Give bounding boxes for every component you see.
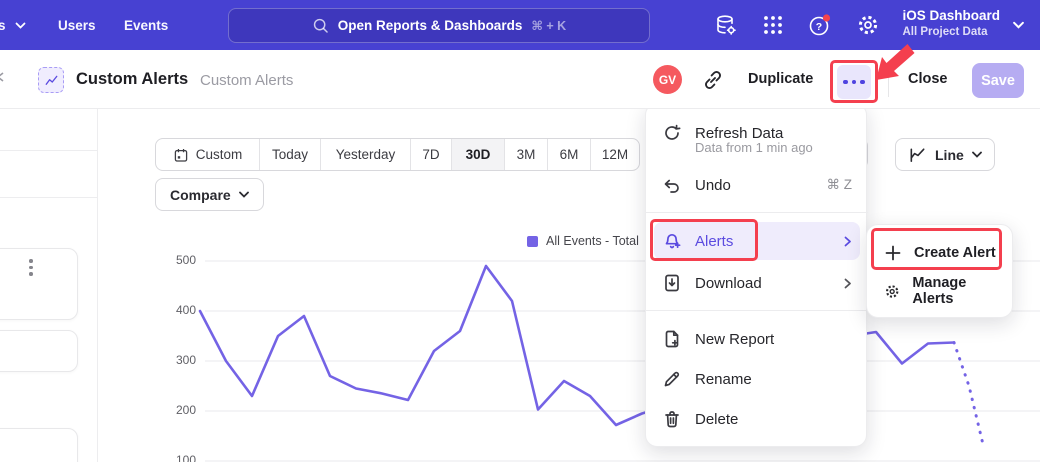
date-range-label: Custom (196, 147, 243, 162)
date-range-custom[interactable]: Custom (156, 139, 260, 170)
compare-label: Compare (170, 187, 231, 203)
alerts-submenu: Create Alert Manage Alerts (866, 224, 1013, 318)
date-range-3m[interactable]: 3M (505, 139, 548, 170)
menu-item-label: Alerts (695, 233, 831, 250)
date-range-30d-selected[interactable]: 30D (452, 139, 505, 170)
more-actions-menu: Refresh Data Data from 1 min ago Undo ⌘ … (645, 103, 867, 447)
nav-item-label: s (0, 18, 6, 33)
menu-item-shortcut: ⌘ Z (827, 177, 853, 193)
date-range-selector: Custom Today Yesterday 7D 30D 3M 6M 12M (155, 138, 640, 171)
chart-type-label: Line (935, 147, 964, 163)
apps-grid-icon[interactable] (761, 13, 785, 37)
share-link-icon[interactable] (701, 68, 725, 92)
pencil-icon (662, 369, 682, 389)
submenu-item-label: Manage Alerts (912, 275, 997, 307)
report-type-icon (38, 67, 64, 93)
alerts-menu-item[interactable]: Alerts (654, 222, 860, 260)
line-chart-icon (908, 145, 927, 164)
menu-item-label: Delete (695, 411, 738, 428)
report-header: Custom Alerts Custom Alerts GV Duplicate… (0, 50, 1040, 109)
date-range-today[interactable]: Today (260, 139, 321, 170)
download-icon (662, 273, 682, 293)
delete-menu-item[interactable]: Delete (654, 400, 860, 438)
global-search-button[interactable]: Open Reports & Dashboards ⌘ + K (228, 8, 650, 43)
chart-legend[interactable]: All Events - Total (527, 234, 639, 248)
y-axis-tick: 500 (158, 253, 196, 267)
top-navigation-bar: s Users Events Open Reports & Dashboards… (0, 0, 1040, 50)
collapsed-chevron-sliver (0, 72, 4, 82)
create-alert-item[interactable]: Create Alert (875, 234, 1006, 272)
help-icon[interactable]: ? (808, 13, 832, 37)
project-subtitle: All Project Data (902, 25, 1000, 40)
gear-icon (884, 282, 900, 301)
chevron-right-icon (844, 236, 852, 247)
calendar-icon (173, 147, 189, 163)
app-root: 500 400 300 200 100 All Events - Total C… (0, 0, 1040, 462)
settings-gear-icon[interactable] (856, 13, 880, 37)
refresh-icon (662, 123, 682, 143)
legend-label: All Events - Total (546, 234, 639, 248)
alert-bell-icon (662, 231, 682, 251)
project-switcher[interactable]: iOS Dashboard All Project Data (902, 6, 1000, 40)
search-placeholder: Open Reports & Dashboards (338, 18, 523, 33)
notification-dot (823, 14, 830, 21)
chevron-down-icon (972, 151, 982, 158)
undo-icon (662, 175, 682, 195)
menu-item-label: Rename (695, 371, 752, 388)
plus-icon (884, 244, 902, 262)
breadcrumb: Custom Alerts (200, 72, 293, 89)
legend-swatch (527, 236, 538, 247)
y-axis-tick: 100 (158, 453, 196, 462)
page-title: Custom Alerts (76, 70, 188, 89)
data-management-icon[interactable] (714, 13, 738, 37)
project-title: iOS Dashboard (902, 6, 1000, 25)
line-chart-icon (44, 73, 59, 88)
y-axis-tick: 300 (158, 353, 196, 367)
trash-icon (662, 409, 682, 429)
more-button[interactable] (837, 65, 871, 99)
chevron-down-icon (15, 22, 26, 29)
chevron-down-icon (1013, 21, 1024, 29)
chart-type-button[interactable]: Line (895, 138, 995, 171)
refresh-data-sublabel: Data from 1 min ago (695, 140, 813, 155)
close-button[interactable]: Close (908, 71, 948, 87)
avatar[interactable]: GV (653, 65, 682, 94)
menu-item-label: Refresh Data (695, 125, 783, 142)
date-range-6m[interactable]: 6M (548, 139, 591, 170)
search-icon (312, 17, 329, 34)
undo-menu-item[interactable]: Undo ⌘ Z (654, 166, 860, 204)
menu-item-label: Download (695, 275, 831, 292)
svg-text:?: ? (816, 21, 822, 33)
nav-item-truncated[interactable]: s (0, 0, 26, 50)
search-shortcut: ⌘ + K (531, 18, 566, 33)
save-button[interactable]: Save (972, 63, 1024, 98)
submenu-item-label: Create Alert (914, 245, 996, 261)
nav-item-users[interactable]: Users (58, 0, 96, 50)
date-range-yesterday[interactable]: Yesterday (321, 139, 411, 170)
header-divider (888, 65, 889, 97)
date-range-7d[interactable]: 7D (411, 139, 452, 170)
compare-button[interactable]: Compare (155, 178, 264, 211)
chevron-right-icon (844, 278, 852, 289)
nav-item-events[interactable]: Events (124, 0, 168, 50)
rename-menu-item[interactable]: Rename (654, 360, 860, 398)
y-axis-tick: 400 (158, 303, 196, 317)
y-axis-tick: 200 (158, 403, 196, 417)
duplicate-button[interactable]: Duplicate (748, 71, 813, 87)
manage-alerts-item[interactable]: Manage Alerts (875, 272, 1006, 310)
menu-divider (646, 310, 868, 311)
download-menu-item[interactable]: Download (654, 264, 860, 302)
new-report-icon (662, 329, 682, 349)
menu-divider (646, 212, 868, 213)
menu-item-label: New Report (695, 331, 774, 348)
new-report-menu-item[interactable]: New Report (654, 320, 860, 358)
chevron-down-icon (239, 191, 249, 198)
menu-item-label: Undo (695, 177, 814, 194)
date-range-12m[interactable]: 12M (591, 139, 639, 170)
